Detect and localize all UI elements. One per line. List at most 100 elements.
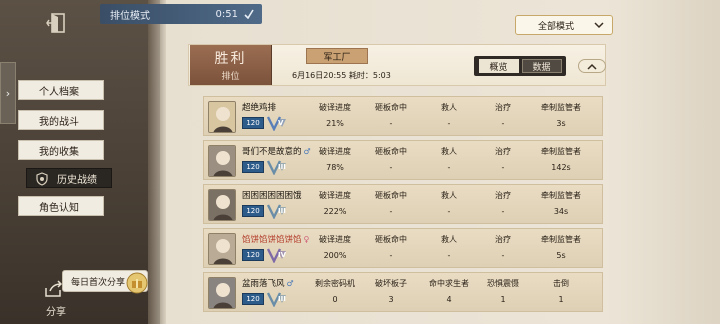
player-level-badge: 120 (242, 205, 264, 217)
player-row[interactable]: 哥们不是故意的 ♂ 120 III 破译进度 78% 砸板命中 - 救人 - 治疗 - 牵制监管者 142… (203, 140, 603, 180)
stat-header: 救人 (441, 103, 457, 112)
stat-header: 恐惧震慑 (487, 279, 519, 288)
stat-header: 破译进度 (319, 235, 351, 244)
daily-share-label: 每日首次分享 (71, 277, 126, 288)
stat-header: 治疗 (495, 235, 511, 244)
stat-header: 治疗 (495, 103, 511, 112)
panel-toggle-arrow[interactable]: › (0, 62, 16, 124)
player-avatar[interactable] (208, 145, 236, 177)
stat-value: 142s (551, 163, 571, 172)
reward-gift-icon (126, 272, 148, 298)
stat-value: - (501, 207, 505, 216)
rank-emblem-icon: III (266, 203, 288, 220)
nav-item-match-history[interactable]: 历史战绩 (26, 168, 112, 188)
rank-emblem-icon: V (266, 115, 288, 132)
tab-overview[interactable]: 概览 (478, 59, 519, 73)
tab-data[interactable]: 数据 (521, 59, 562, 73)
stat-value: - (447, 119, 451, 128)
stat-value: 0 (332, 295, 338, 304)
stat-header: 牵制监管者 (541, 147, 581, 156)
nav-item-label: 历史战绩 (57, 174, 97, 186)
rank-emblem-icon: IV (266, 247, 288, 264)
queue-status-bar[interactable]: 排位模式 0:51 (100, 4, 262, 24)
gender-icon: ♂ (286, 279, 294, 288)
check-icon (244, 9, 254, 19)
player-row[interactable]: 馅饼馅饼馅饼馅 ♀ 120 IV 破译进度 200% 砸板命中 - 救人 - 治疗 - 牵制监管者 5s (203, 228, 603, 268)
rank-tier: V (278, 119, 284, 127)
stat-value: - (447, 163, 451, 172)
stat-header: 破坏板子 (375, 279, 407, 288)
player-name: 馅饼馅饼馅饼馅 ♀ (242, 233, 309, 245)
share-label[interactable]: 分享 (46, 303, 66, 318)
queue-timer: 0:51 (215, 8, 238, 20)
exit-door-icon[interactable] (42, 10, 72, 36)
stat-header: 击倒 (553, 279, 569, 288)
stat-value: 5s (556, 251, 566, 260)
match-result-badge: 胜利 排位 (190, 45, 272, 85)
queue-mode-label: 排位模式 (110, 10, 150, 22)
mode-filter-value: 全部模式 (538, 21, 575, 32)
stat-value: - (501, 119, 505, 128)
player-row[interactable]: 超绝鸡排 120 V 破译进度 21% 砸板命中 - 救人 - 治疗 - 牵制监管者 3s (203, 96, 603, 136)
stat-value: 21% (326, 119, 344, 128)
stat-header: 剩余密码机 (315, 279, 355, 288)
stat-header: 救人 (441, 191, 457, 200)
player-row[interactable]: 困困困困困困饿 120 III 破译进度 222% 砸板命中 - 救人 - 治疗 - 牵制监管者 34s (203, 184, 603, 224)
player-avatar[interactable] (208, 277, 236, 309)
stat-header: 破译进度 (319, 103, 351, 112)
stat-value: 3 (388, 295, 394, 304)
chevron-down-icon (594, 22, 604, 29)
rank-emblem-icon: III (266, 159, 288, 176)
collapse-button[interactable] (578, 59, 606, 73)
page-fold (148, 0, 166, 324)
history-icon (35, 172, 49, 189)
stat-value: - (389, 207, 393, 216)
stat-value: - (447, 207, 451, 216)
paper-shade (620, 0, 720, 324)
map-name-tag: 军工厂 (306, 48, 368, 64)
nav-item-my-battles[interactable]: 我的战斗 (18, 110, 104, 130)
tab-label: 数据 (532, 62, 551, 73)
rank-tier: III (278, 295, 286, 303)
player-row[interactable]: 盆雨落飞风 ♂ 120 III 剩余密码机 0 破坏板子 3 命中求生者 4 恐惧震慑 1 击倒 1 (203, 272, 603, 312)
player-name-text: 哥们不是故意的 (242, 147, 302, 157)
stat-value: 34s (553, 207, 569, 216)
stat-value: - (501, 251, 505, 260)
stat-value: 3s (556, 119, 566, 128)
stat-header: 牵制监管者 (541, 235, 581, 244)
tab-label: 概览 (489, 62, 508, 73)
rank-emblem-icon: III (266, 291, 288, 308)
view-tabs: 概览 数据 (474, 56, 566, 76)
player-name: 哥们不是故意的 ♂ (242, 145, 311, 157)
stat-header: 砸板命中 (375, 147, 407, 156)
match-result: 胜利 (214, 51, 247, 67)
stat-header: 牵制监管者 (541, 103, 581, 112)
share-icon[interactable] (44, 280, 64, 302)
player-avatar[interactable] (208, 101, 236, 133)
nav-item-label: 我的收集 (39, 146, 79, 158)
stat-value: - (389, 119, 393, 128)
mode-filter-dropdown[interactable]: 全部模式 (515, 15, 613, 35)
stat-header: 命中求生者 (429, 279, 469, 288)
stat-header: 砸板命中 (375, 191, 407, 200)
rank-tier: III (278, 207, 286, 215)
nav-item-profile[interactable]: 个人档案 (18, 80, 104, 100)
player-name: 盆雨落飞风 ♂ (242, 277, 294, 289)
stat-value: - (501, 163, 505, 172)
player-name-text: 困困困困困困饿 (242, 191, 302, 201)
stat-header: 治疗 (495, 147, 511, 156)
stat-value: 78% (326, 163, 344, 172)
stat-value: 222% (323, 207, 347, 216)
nav-item-character-knowledge[interactable]: 角色认知 (18, 196, 104, 216)
stat-header: 破译进度 (319, 147, 351, 156)
nav-item-label: 角色认知 (39, 202, 79, 214)
nav-item-my-collection[interactable]: 我的收集 (18, 140, 104, 160)
map-name: 军工厂 (323, 52, 351, 63)
queue-timer-group: 0:51 (216, 9, 254, 20)
player-avatar[interactable] (208, 233, 236, 265)
stat-value: 200% (323, 251, 347, 260)
stat-value: - (447, 251, 451, 260)
player-avatar[interactable] (208, 189, 236, 221)
stat-value: - (389, 163, 393, 172)
stat-value: - (389, 251, 393, 260)
